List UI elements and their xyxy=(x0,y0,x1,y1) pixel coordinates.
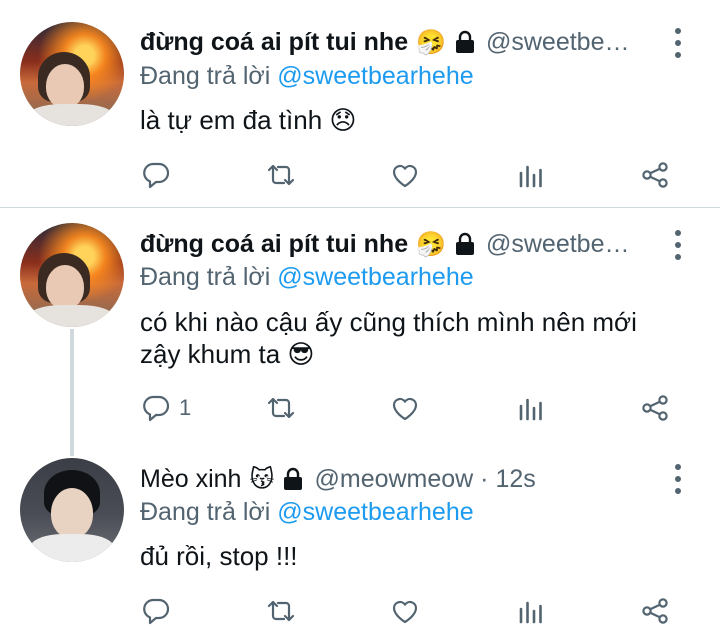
retweet-icon xyxy=(267,600,295,622)
like-button[interactable] xyxy=(390,158,420,192)
lock-icon xyxy=(454,232,476,256)
analytics-icon xyxy=(519,601,542,624)
reply-context: Đang trả lời @sweetbearhehe xyxy=(140,263,474,292)
analytics-icon xyxy=(519,165,542,188)
analytics-button[interactable] xyxy=(516,391,546,425)
tweet-1[interactable]: đừng coá ai pít tui nhe 🤧 @sweetbe… Đang… xyxy=(0,0,720,207)
tweet-2[interactable]: đừng coá ai pít tui nhe 🤧 @sweetbe… Đang… xyxy=(0,208,720,448)
reply-icon xyxy=(143,162,170,189)
analytics-button[interactable] xyxy=(516,594,546,628)
tweet-header: Mèo xinh 😽 @meowmeow · 12s xyxy=(140,462,536,496)
name-emoji: 🤧 xyxy=(416,28,446,56)
reply-context: Đang trả lời @sweetbearhehe xyxy=(140,498,474,527)
handle[interactable]: @sweetbe… xyxy=(486,230,630,259)
avatar[interactable] xyxy=(20,458,124,562)
tweet-header: đừng coá ai pít tui nhe 🤧 @sweetbe… xyxy=(140,227,630,261)
analytics-icon xyxy=(519,398,542,421)
analytics-button[interactable] xyxy=(516,158,546,192)
reply-to-mention[interactable]: @sweetbearhehe xyxy=(277,62,473,90)
reply-icon xyxy=(143,598,170,625)
lock-icon xyxy=(454,30,476,54)
display-name[interactable]: Mèo xinh xyxy=(140,465,241,494)
reply-button[interactable] xyxy=(141,158,179,192)
like-icon xyxy=(392,600,418,624)
reply-prefix: Đang trả lời xyxy=(140,62,271,90)
lock-icon xyxy=(282,467,304,491)
tweet-header: đừng coá ai pít tui nhe 🤧 @sweetbe… xyxy=(140,25,630,59)
like-button[interactable] xyxy=(390,391,420,425)
more-icon[interactable] xyxy=(668,28,688,58)
display-name[interactable]: đừng coá ai pít tui nhe xyxy=(140,28,408,57)
more-icon[interactable] xyxy=(668,230,688,260)
action-bar: 1 xyxy=(0,391,720,425)
share-icon xyxy=(642,395,668,421)
reply-prefix: Đang trả lời xyxy=(140,263,271,291)
tweet-3[interactable]: Mèo xinh 😽 @meowmeow · 12s Đang trả lời … xyxy=(0,448,720,642)
share-button[interactable] xyxy=(640,391,670,425)
reply-context: Đang trả lời @sweetbearhehe xyxy=(140,62,474,91)
share-button[interactable] xyxy=(640,158,670,192)
avatar[interactable] xyxy=(20,223,124,327)
share-icon xyxy=(642,162,668,188)
reply-to-mention[interactable]: @sweetbearhehe xyxy=(277,263,473,291)
retweet-button[interactable] xyxy=(266,391,296,425)
display-name[interactable]: đừng coá ai pít tui nhe xyxy=(140,230,408,259)
reply-button[interactable] xyxy=(141,594,179,628)
name-emoji: 😽 xyxy=(249,465,275,493)
retweet-icon xyxy=(267,397,295,419)
handle[interactable]: @meowmeow · 12s xyxy=(314,465,535,494)
tweet-text: đủ rồi, stop !!! xyxy=(140,541,298,571)
tweet-text: là tự em đa tình 😞 xyxy=(140,105,357,135)
reply-prefix: Đang trả lời xyxy=(140,498,271,526)
retweet-button[interactable] xyxy=(266,158,296,192)
share-icon xyxy=(642,598,668,624)
like-icon xyxy=(392,397,418,421)
share-button[interactable] xyxy=(640,594,670,628)
name-emoji: 🤧 xyxy=(416,230,446,258)
reply-button[interactable]: 1 xyxy=(141,391,191,425)
reply-icon xyxy=(143,395,170,422)
avatar[interactable] xyxy=(20,22,124,126)
like-button[interactable] xyxy=(390,594,420,628)
more-icon[interactable] xyxy=(668,464,688,494)
retweet-icon xyxy=(267,164,295,186)
action-bar xyxy=(0,158,720,192)
handle[interactable]: @sweetbe… xyxy=(486,28,630,57)
tweet-text: có khi nào cậu ấy cũng thích mình nên mớ… xyxy=(140,307,637,369)
action-bar xyxy=(0,594,720,628)
reply-count: 1 xyxy=(179,395,192,420)
retweet-button[interactable] xyxy=(266,594,296,628)
like-icon xyxy=(392,164,418,188)
reply-to-mention[interactable]: @sweetbearhehe xyxy=(277,498,473,526)
